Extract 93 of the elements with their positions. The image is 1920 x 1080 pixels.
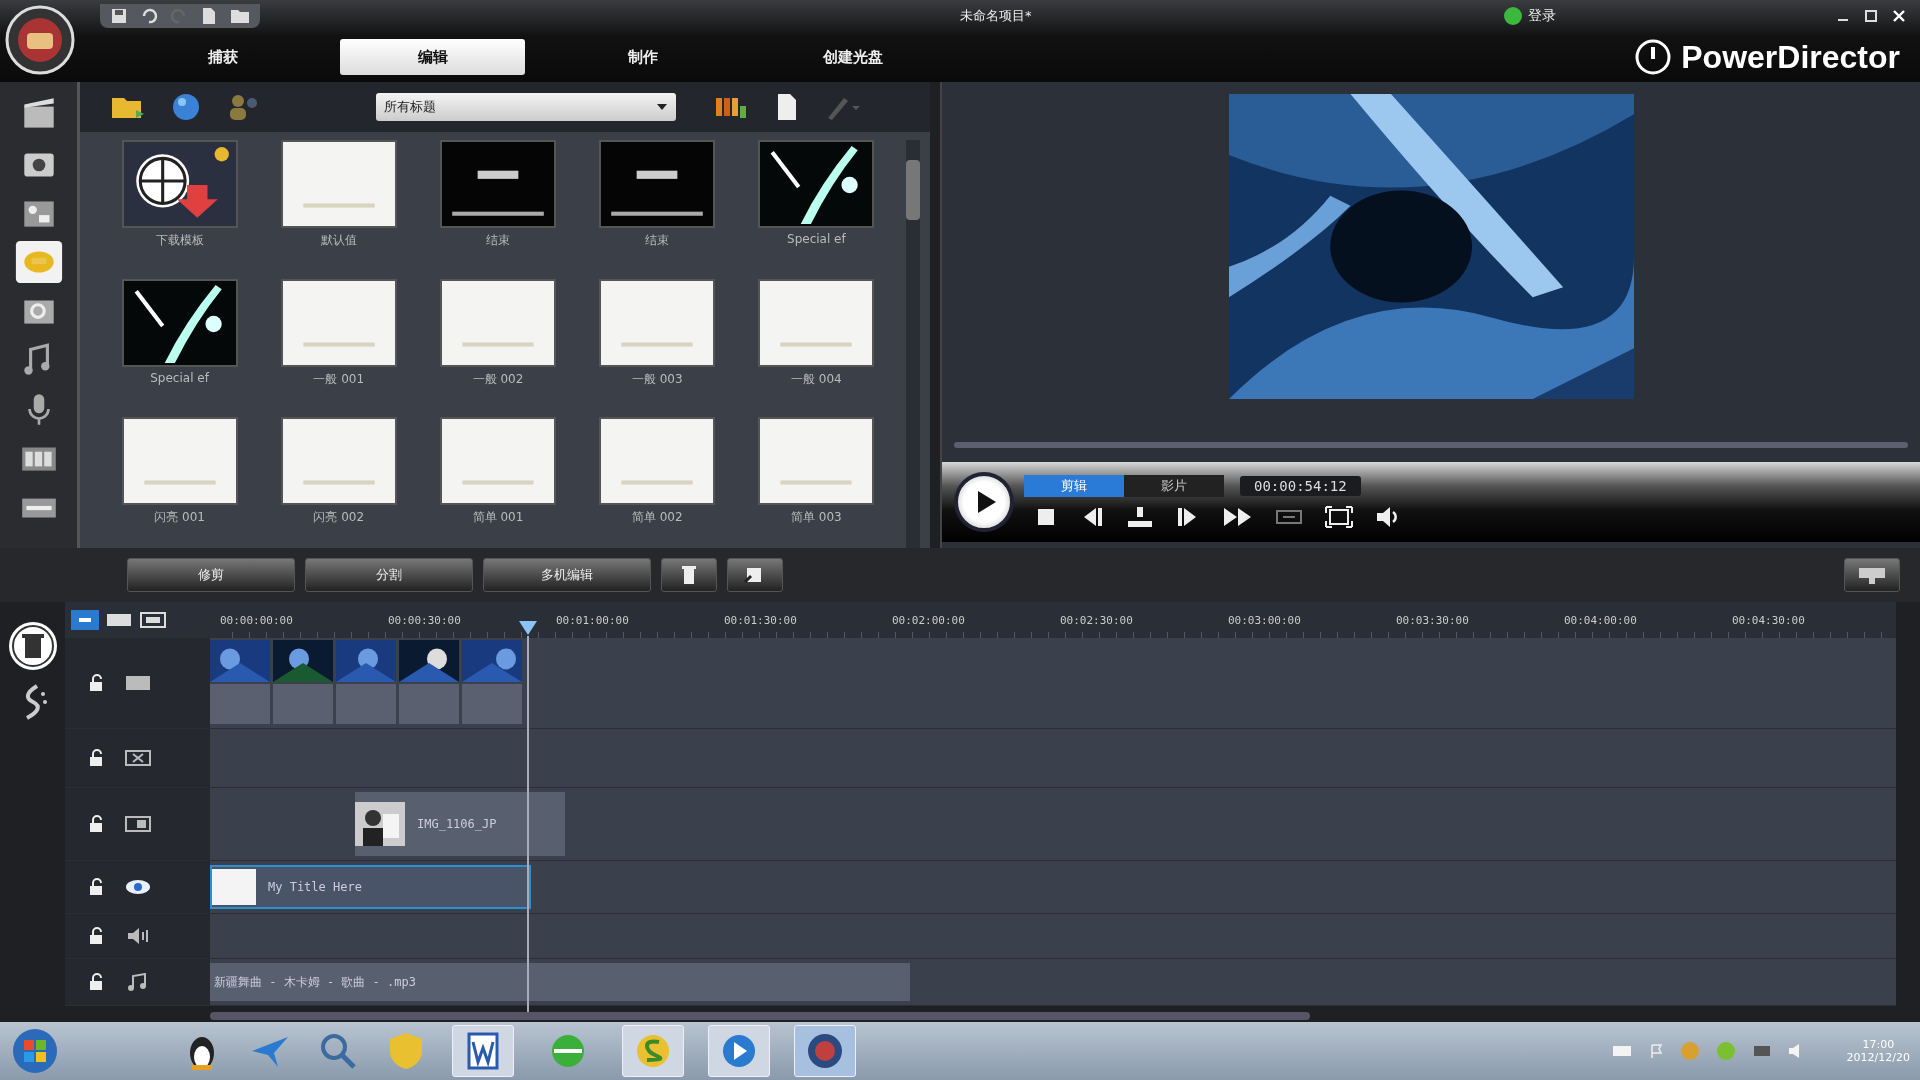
clock-time: 17:00 [1862, 1038, 1895, 1051]
new-file-icon[interactable] [200, 7, 218, 25]
ruler-label: 00:03:30:00 [1395, 613, 1470, 627]
start-button[interactable] [10, 1026, 60, 1076]
thumbnail-label: 简单 002 [631, 509, 683, 527]
ruler-label: 00:04:00:00 [1563, 613, 1638, 627]
tab[interactable]: 制作 [550, 39, 735, 75]
video-clip[interactable] [273, 684, 333, 724]
scrollbar[interactable] [210, 1012, 1310, 1020]
window-title: 未命名项目* [960, 7, 1032, 25]
video-clip[interactable] [399, 684, 459, 724]
play-button[interactable] [954, 472, 1014, 532]
timecode: 00:00:54:12 [1240, 476, 1361, 496]
thumbnail-label: Special ef [150, 370, 209, 385]
thumbnail-label: 一般 004 [791, 370, 842, 388]
track-lane[interactable]: 新疆舞曲 - 木卡姆 - 歌曲 - .mp3 [210, 959, 1896, 1005]
filter-dropdown[interactable]: 所有标题 [376, 93, 676, 121]
lock-icon[interactable] [87, 674, 105, 692]
delete-button[interactable] [661, 558, 717, 592]
music-clip[interactable]: 新疆舞曲 - 木卡姆 - 歌曲 - .mp3 [210, 963, 910, 1001]
title-thumbnail [212, 869, 256, 905]
thumbnail-label: 结束 [486, 232, 510, 249]
title-room-icon[interactable] [13, 241, 64, 283]
app-logo-icon [5, 5, 75, 75]
lock-icon[interactable] [87, 927, 105, 945]
thumbnail-label: 简单 001 [472, 509, 524, 527]
edit-button[interactable]: 多机编辑 [483, 558, 651, 592]
zoom-fit-icon[interactable] [139, 610, 167, 630]
edit-button[interactable]: 分割 [305, 558, 473, 592]
maximize-icon[interactable] [1864, 9, 1878, 23]
dollar-icon[interactable] [622, 1025, 684, 1077]
thumbnail-label: 默认值 [320, 232, 357, 249]
caret-icon[interactable] [656, 102, 668, 112]
thumbnail-label: Special ef [787, 232, 846, 246]
preview-mode-tab[interactable]: 剪辑 [1024, 475, 1124, 497]
globe-icon[interactable] [170, 91, 202, 123]
pip-track-icon [125, 815, 151, 833]
folder-icon[interactable] [230, 7, 250, 25]
tools-button[interactable] [727, 558, 783, 592]
ruler-label: 00:02:30:00 [1059, 613, 1134, 627]
ruler-label: 00:00:30:00 [387, 613, 462, 627]
track-lane[interactable]: IMG_1106_JP [210, 788, 1896, 860]
video-track-icon [125, 674, 151, 692]
ruler-label: 00:00:00:00 [219, 613, 294, 627]
ruler-label: 00:03:00:00 [1227, 613, 1302, 627]
effect-track-icon [125, 749, 151, 767]
thumbnail-label: 简单 003 [791, 509, 842, 527]
title-clip[interactable]: My Title Here [210, 865, 531, 909]
trash-icon[interactable] [679, 564, 699, 586]
undo-icon[interactable] [140, 7, 158, 25]
trash-icon[interactable] [6, 620, 59, 672]
thumbnail-label: 结束 [645, 232, 670, 249]
track-lane[interactable]: My Title Here [210, 861, 1896, 913]
video-clip[interactable] [336, 684, 396, 724]
thumbnail-label: 闪亮 001 [154, 509, 205, 527]
media-player-icon[interactable] [708, 1025, 770, 1077]
tab[interactable]: 创建光盘 [760, 39, 945, 75]
thumbnail-label: 下载模板 [155, 232, 204, 249]
brand-name: PowerDirector [1681, 38, 1900, 76]
tab[interactable]: 编辑 [340, 39, 525, 75]
timeline-mode-icon[interactable] [71, 610, 99, 630]
fullscreen-icon[interactable] [1324, 505, 1354, 529]
lock-icon[interactable] [87, 815, 105, 833]
word-icon[interactable] [452, 1025, 514, 1077]
login-link[interactable]: 登录 [1504, 7, 1556, 25]
lock-icon[interactable] [87, 973, 105, 991]
snapshot-icon[interactable] [1126, 505, 1154, 529]
lock-icon[interactable] [87, 878, 105, 896]
lock-icon[interactable] [87, 749, 105, 767]
speaker-icon [125, 927, 151, 945]
thumbnail-label: 一般 001 [313, 370, 365, 388]
clock-date: 2012/12/20 [1846, 1051, 1910, 1064]
thumbnail-label: 一般 002 [472, 370, 524, 388]
video-clip[interactable] [210, 684, 270, 724]
pip-clip[interactable]: IMG_1106_JP [355, 792, 565, 856]
save-icon[interactable] [110, 7, 128, 25]
ruler-label: 00:02:00:00 [891, 613, 966, 627]
eye-icon[interactable] [125, 878, 151, 896]
thumbnail-label: 闪亮 002 [313, 509, 365, 527]
preview-mode-tab[interactable]: 影片 [1124, 475, 1224, 497]
scrollbar[interactable] [906, 140, 920, 548]
power-icon [1635, 39, 1672, 75]
ruler-label: 00:04:30:00 [1731, 613, 1806, 627]
ruler-label: 00:01:30:00 [723, 613, 798, 627]
playhead-handle[interactable] [518, 620, 538, 636]
thumbnail-label: 一般 003 [631, 370, 683, 388]
timeline-view-button[interactable] [1844, 558, 1900, 592]
close-icon[interactable] [1892, 9, 1906, 23]
video-clip[interactable] [462, 684, 522, 724]
ruler-label: 00:01:00:00 [555, 613, 630, 627]
tab[interactable]: 捕获 [130, 39, 315, 75]
edit-button[interactable]: 修剪 [127, 558, 295, 592]
app-taskbar-icon[interactable] [794, 1025, 856, 1077]
